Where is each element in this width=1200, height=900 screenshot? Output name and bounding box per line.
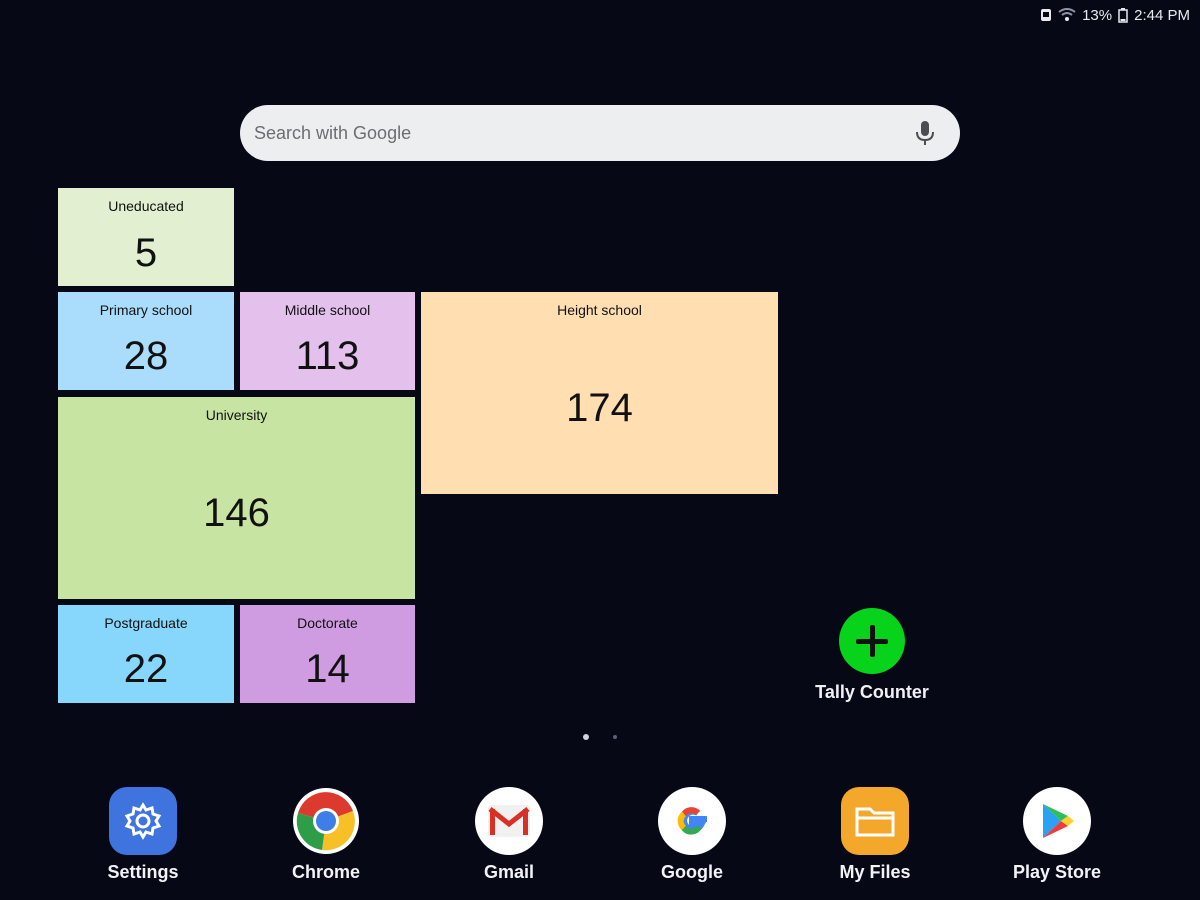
tile-label: Middle school xyxy=(284,302,371,318)
page-dot-active xyxy=(583,734,589,740)
settings-icon[interactable] xyxy=(109,787,177,855)
tile-primary-school[interactable]: Primary school 28 xyxy=(58,292,234,390)
tally-counter-label: Tally Counter xyxy=(815,682,929,702)
tile-count: 28 xyxy=(123,334,169,378)
dock-label: My Files xyxy=(839,862,911,882)
tile-label: Uneducated xyxy=(108,198,184,214)
tile-uneducated[interactable]: Uneducated 5 xyxy=(58,188,234,286)
gmail-icon[interactable] xyxy=(475,787,543,855)
tile-count: 5 xyxy=(134,231,158,275)
search-placeholder[interactable]: Search with Google xyxy=(254,123,914,144)
dock-item-google[interactable]: Google xyxy=(617,787,767,883)
tile-count: 146 xyxy=(203,491,270,535)
dock-label: Gmail xyxy=(483,862,535,882)
dock-item-my-files[interactable]: My Files xyxy=(800,787,950,883)
chrome-icon[interactable] xyxy=(292,787,360,855)
tile-label: Primary school xyxy=(99,302,193,318)
tile-label: Doctorate xyxy=(297,615,358,631)
dock-item-chrome[interactable]: Chrome xyxy=(251,787,401,883)
wifi-icon xyxy=(1058,8,1076,22)
tile-count: 14 xyxy=(305,647,350,691)
google-search-bar[interactable]: Search with Google xyxy=(240,105,960,161)
clock: 2:44 PM xyxy=(1134,6,1190,24)
tile-university[interactable]: University 146 xyxy=(58,397,415,599)
dock-label: Google xyxy=(661,862,723,882)
tile-middle-school[interactable]: Middle school 113 xyxy=(240,292,415,390)
dock-item-settings[interactable]: Settings xyxy=(68,787,218,883)
microphone-icon[interactable] xyxy=(914,119,936,147)
notification-icon xyxy=(1040,8,1052,22)
page-indicator xyxy=(583,734,617,740)
my-files-icon[interactable] xyxy=(841,787,909,855)
tile-count: 22 xyxy=(123,647,169,691)
dock-label: Play Store xyxy=(1012,862,1102,882)
tile-postgraduate[interactable]: Postgraduate 22 xyxy=(58,605,234,703)
tally-counter-shortcut[interactable]: Tally Counter xyxy=(808,608,936,703)
tile-count: 174 xyxy=(566,386,633,430)
battery-icon xyxy=(1118,7,1128,23)
tile-height-school[interactable]: Height school 174 xyxy=(421,292,778,494)
tile-label: Height school xyxy=(557,302,642,318)
tile-label: Postgraduate xyxy=(104,615,188,631)
google-icon[interactable] xyxy=(658,787,726,855)
tile-count: 113 xyxy=(295,334,360,378)
play-store-icon[interactable] xyxy=(1023,787,1091,855)
dock-item-gmail[interactable]: Gmail xyxy=(434,787,584,883)
tile-doctorate[interactable]: Doctorate 14 xyxy=(240,605,415,703)
plus-icon[interactable] xyxy=(839,608,905,674)
battery-percent: 13% xyxy=(1082,6,1113,24)
dock-label: Settings xyxy=(107,862,179,882)
dock-label: Chrome xyxy=(291,862,360,882)
status-bar: 13% 2:44 PM xyxy=(1040,6,1190,24)
page-dot xyxy=(613,735,617,739)
dock-item-play-store[interactable]: Play Store xyxy=(982,787,1132,883)
tile-label: University xyxy=(205,407,268,423)
